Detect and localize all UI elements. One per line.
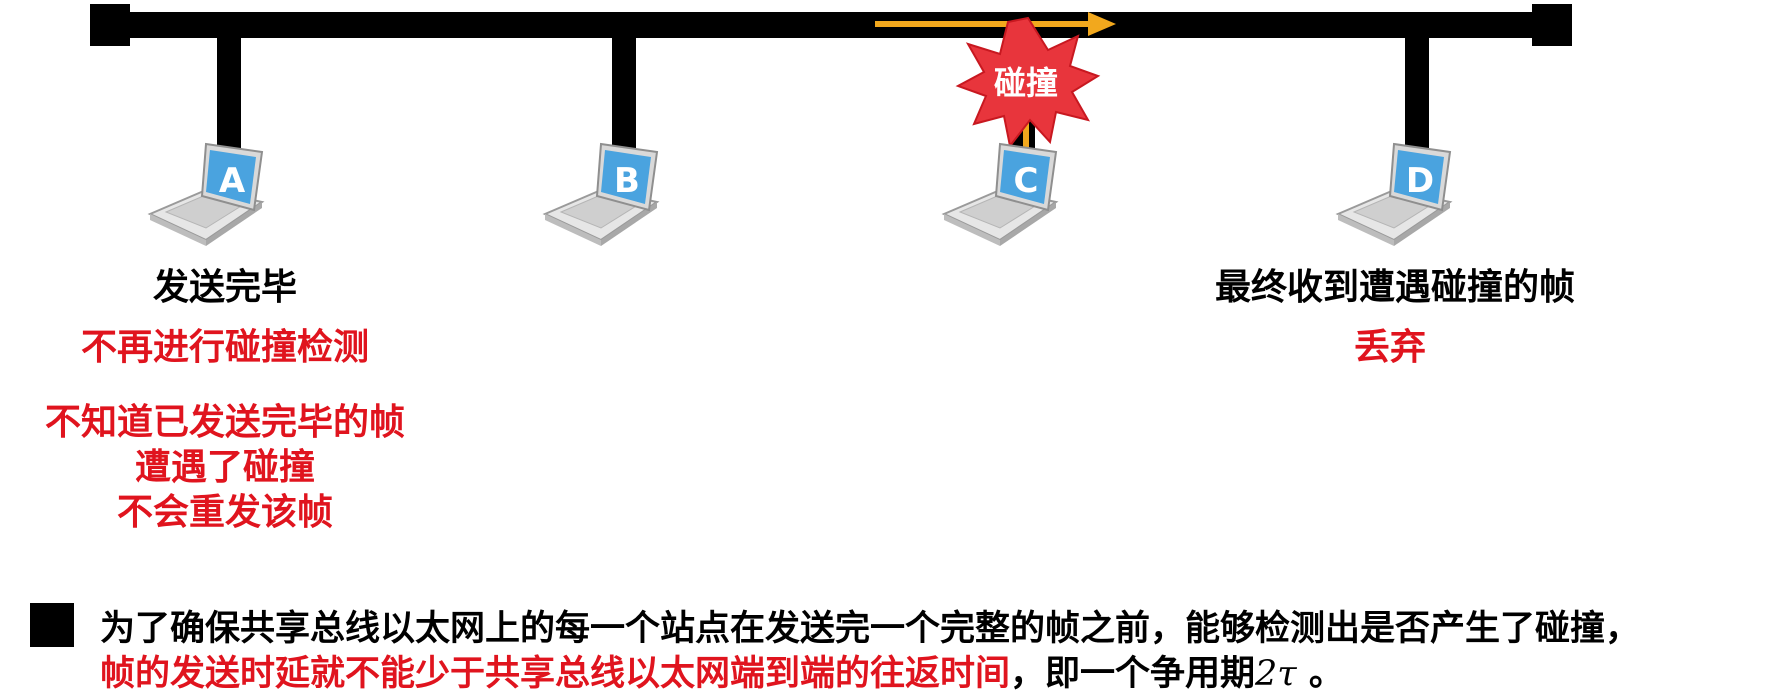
contention-period-math: 2τ xyxy=(1255,654,1297,694)
bullet-square xyxy=(30,603,74,647)
right-note-line1: 丢弃 xyxy=(1353,327,1426,368)
laptop-d-icon: D xyxy=(1335,142,1453,246)
laptop-c-icon: C xyxy=(941,142,1059,246)
station-label: C xyxy=(1014,161,1039,201)
station-label: B xyxy=(614,161,640,201)
bottom-line-2-red: 帧的发送时延就不能少于共享总线以太网端到端的往返时间 xyxy=(100,654,1011,694)
terminator-right xyxy=(1532,4,1572,46)
left-note-title: 发送完毕 xyxy=(152,267,297,308)
station-label: D xyxy=(1406,161,1434,201)
terminator-left xyxy=(90,4,130,46)
left-note-line1: 不再进行碰撞检测 xyxy=(80,327,369,368)
right-note-title: 最终收到遭遇碰撞的帧 xyxy=(1214,267,1575,308)
bus-line xyxy=(90,12,1570,38)
laptop-a-icon: A xyxy=(147,142,265,246)
bottom-line-1: 为了确保共享总线以太网上的每一个站点在发送完一个完整的帧之前，能够检测出是否产生… xyxy=(100,609,1641,649)
collision-label: 碰撞 xyxy=(994,64,1058,102)
bottom-line-2-end: 。 xyxy=(1296,654,1344,694)
laptop-b-icon: B xyxy=(542,142,660,246)
left-note-line4: 不会重发该帧 xyxy=(116,492,333,533)
station-label: A xyxy=(219,161,246,201)
bottom-line-2: 帧的发送时延就不能少于共享总线以太网端到端的往返时间，即一个争用期2τ 。 xyxy=(100,645,1344,696)
bottom-line-2-black: ，即一个争用期 xyxy=(1010,654,1256,694)
